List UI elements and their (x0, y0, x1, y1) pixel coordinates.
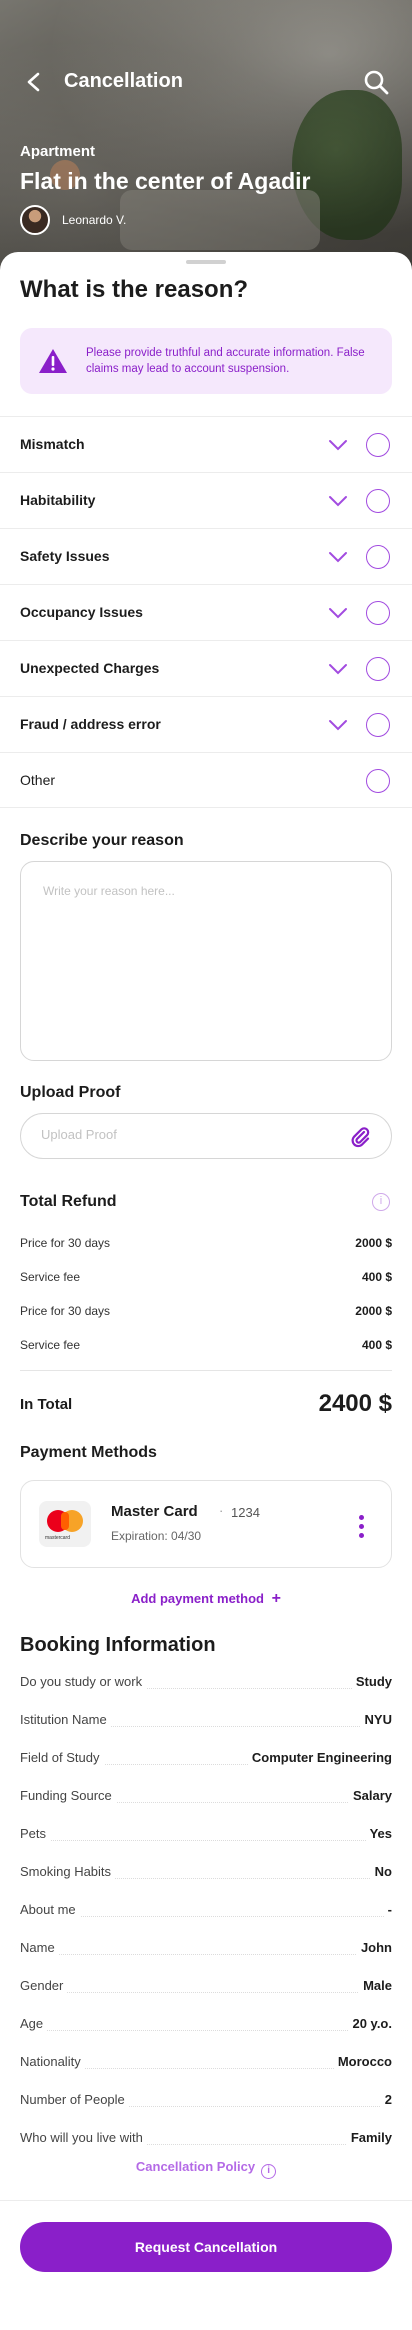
paperclip-icon[interactable] (349, 1126, 371, 1148)
hero-image: Cancellation Apartment Flat in the cente… (0, 0, 412, 270)
total-refund-title: Total Refund (20, 1193, 117, 1210)
reason-option-unexpected-charges[interactable]: Unexpected Charges (0, 640, 412, 696)
info-icon[interactable]: i (372, 1193, 390, 1211)
upload-proof-input[interactable]: Upload Proof (20, 1113, 392, 1159)
arrow-left-icon (27, 72, 40, 92)
radio-button[interactable] (366, 489, 390, 513)
booking-row: Nationality Morocco (20, 2054, 392, 2069)
total-value: 2400 $ (318, 1390, 392, 1417)
fee-label: Price for 30 days (20, 1304, 111, 1318)
fee-value: 2000 $ (355, 1236, 392, 1250)
reason-option-habitability[interactable]: Habitability (0, 472, 412, 528)
upload-label: Upload Proof (20, 1084, 121, 1101)
reason-label: Occupancy Issues (20, 604, 143, 620)
plus-icon: + (271, 1590, 281, 1607)
reason-label: Fraud / address error (20, 716, 161, 732)
fee-label: Service fee (20, 1338, 81, 1352)
card-expiry: Expiration: 04/30 (111, 1529, 202, 1543)
radio-button[interactable] (366, 657, 390, 681)
fee-label: Price for 30 days (20, 1236, 111, 1250)
host-info[interactable]: Leonardo V. (20, 205, 126, 235)
fee-value: 400 $ (361, 1338, 392, 1352)
booking-row: Pets Yes (20, 1826, 392, 1841)
reason-option-mismatch[interactable]: Mismatch (0, 416, 412, 472)
more-vertical-icon[interactable] (359, 1515, 365, 1539)
booking-row: Do you study or work Study (20, 1674, 392, 1689)
chevron-down-icon[interactable] (328, 605, 348, 621)
page-title: Cancellation (64, 70, 183, 92)
payment-methods-title: Payment Methods (20, 1444, 157, 1461)
upload-placeholder: Upload Proof (41, 1127, 117, 1142)
back-button[interactable] (20, 68, 48, 96)
request-cancellation-button[interactable]: Request Cancellation (20, 2222, 392, 2272)
warning-icon (39, 349, 67, 373)
host-name: Leonardo V. (62, 213, 127, 227)
chevron-down-icon[interactable] (328, 437, 348, 453)
booking-row: Istitution Name NYU (20, 1712, 392, 1727)
info-icon: i (261, 2164, 277, 2179)
reason-option-safety-issues[interactable]: Safety Issues (0, 528, 412, 584)
reason-label: Unexpected Charges (20, 660, 160, 676)
card-last4: 1234 (231, 1505, 260, 1520)
fee-value: 2000 $ (355, 1304, 392, 1318)
fee-row: Service fee 400 $ (20, 1338, 392, 1358)
chevron-down-icon[interactable] (328, 549, 348, 565)
booking-row: Name John (20, 1940, 392, 1955)
listing-title: Flat in the center of Agadir (20, 168, 311, 194)
cancellation-policy-link[interactable]: Cancellation Policy i (0, 2159, 412, 2179)
total-label: In Total (20, 1396, 73, 1413)
reason-label: Other (20, 772, 56, 788)
booking-row: Age 20 y.o. (20, 2016, 392, 2031)
fee-row: Price for 30 days 2000 $ (20, 1236, 392, 1256)
reason-list: Mismatch Habitability Safety Issues Occu… (0, 416, 412, 808)
reason-textarea[interactable]: Write your reason here... (20, 861, 392, 1061)
mastercard-logo: mastercard (39, 1501, 91, 1547)
chevron-down-icon[interactable] (328, 717, 348, 733)
reason-label: Mismatch (20, 436, 85, 452)
fee-row: Service fee 400 $ (20, 1270, 392, 1290)
drag-handle[interactable] (186, 260, 226, 264)
booking-row: Field of Study Computer Engineering (20, 1750, 392, 1765)
radio-button[interactable] (366, 713, 390, 737)
reason-option-other[interactable]: Other (0, 752, 412, 808)
radio-button[interactable] (366, 545, 390, 569)
listing-type: Apartment (20, 143, 96, 160)
fee-label: Service fee (20, 1270, 81, 1284)
payment-card[interactable]: mastercard Master Card · 1234 Expiration… (20, 1480, 392, 1568)
reason-option-occupancy-issues[interactable]: Occupancy Issues (0, 584, 412, 640)
fee-row: Price for 30 days 2000 $ (20, 1304, 392, 1324)
warning-banner: Please provide truthful and accurate inf… (20, 328, 392, 394)
card-separator: · (219, 1503, 224, 1518)
reason-label: Habitability (20, 492, 96, 508)
divider (0, 2200, 412, 2201)
booking-row: Smoking Habits No (20, 1864, 392, 1879)
booking-info-title: Booking Information (20, 1634, 216, 1656)
cancellation-sheet: What is the reason? Please provide truth… (0, 252, 412, 2330)
add-payment-method-button[interactable]: Add payment method + (0, 1590, 412, 1608)
card-brand: Master Card (111, 1503, 198, 1520)
search-button[interactable] (362, 68, 390, 96)
reason-label: Safety Issues (20, 548, 110, 564)
fee-value: 400 $ (361, 1270, 392, 1284)
warning-text: Please provide truthful and accurate inf… (86, 347, 365, 375)
chevron-down-icon[interactable] (328, 661, 348, 677)
booking-row: Funding Source Salary (20, 1788, 392, 1803)
booking-row: Gender Male (20, 1978, 392, 1993)
chevron-down-icon[interactable] (328, 493, 348, 509)
radio-button[interactable] (366, 601, 390, 625)
describe-label: Describe your reason (20, 832, 184, 849)
booking-row: Who will you live with Family (20, 2130, 392, 2145)
avatar (20, 205, 50, 235)
divider (20, 1370, 392, 1371)
top-bar: Cancellation (0, 60, 412, 104)
policy-label: Cancellation Policy (135, 2159, 256, 2174)
reason-option-fraud[interactable]: Fraud / address error (0, 696, 412, 752)
search-icon (364, 70, 389, 95)
booking-row: Number of People 2 (20, 2092, 392, 2107)
radio-button[interactable] (366, 433, 390, 457)
radio-button[interactable] (366, 769, 390, 793)
section-title-reason: What is the reason? (20, 276, 249, 303)
booking-row: About me - (20, 1902, 392, 1917)
add-payment-label: Add payment method (131, 1591, 264, 1606)
